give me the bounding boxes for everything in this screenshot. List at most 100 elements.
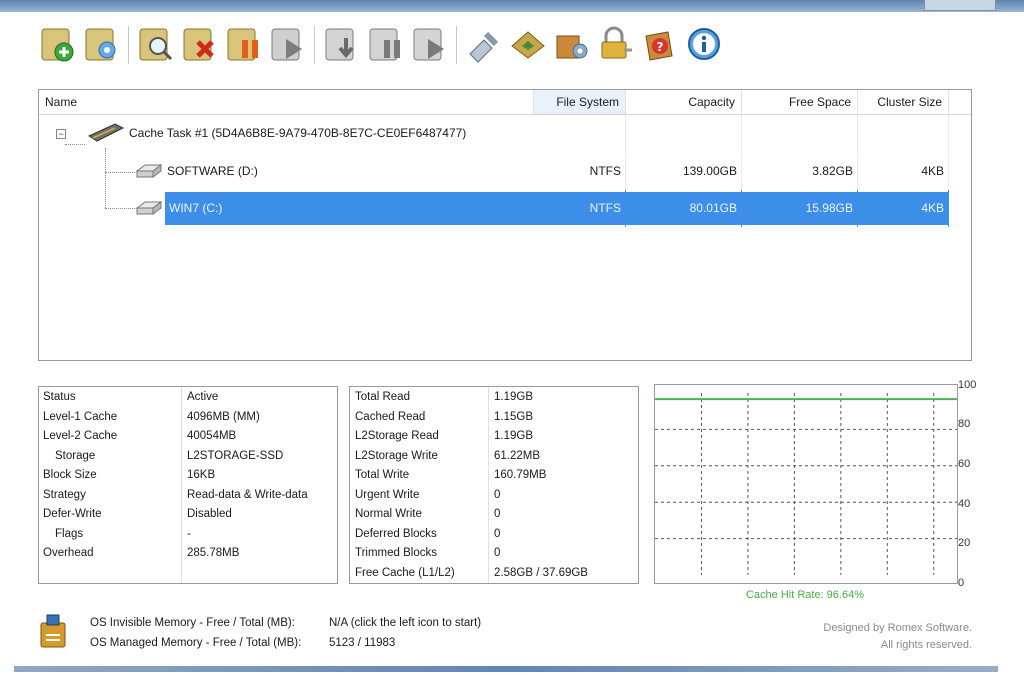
statistic-value: 0: [494, 547, 501, 559]
column-header-name[interactable]: Name: [39, 90, 534, 114]
y-tick-label: 80: [958, 418, 970, 430]
capacity-cell: 139.00GB: [626, 153, 742, 190]
statistic-value: 1.19GB: [494, 391, 533, 403]
memory-labels: OS Invisible Memory - Free / Total (MB):…: [90, 613, 301, 653]
y-tick-label: 60: [958, 458, 970, 470]
hit-rate-chart: [654, 384, 958, 584]
statistics-values: 1.19GB 1.15GB 1.19GB 61.22MB 160.79MB 0 …: [494, 388, 588, 583]
disk-drive-icon: [135, 164, 163, 178]
credit-line: All rights reserved.: [880, 639, 972, 651]
statistic-label: Total Write: [355, 469, 410, 481]
toolbar: ?: [38, 24, 938, 70]
package-icon[interactable]: [552, 24, 592, 64]
status-label: Status: [43, 391, 76, 403]
toolbar-separator: [128, 26, 129, 64]
credit-line: Designed by Romex Software.: [823, 622, 972, 634]
capacity-cell: 80.01GB: [626, 190, 742, 227]
y-tick-label: 20: [958, 537, 970, 549]
grid-cell: [534, 115, 626, 152]
resume-task-icon[interactable]: [268, 24, 308, 64]
grid-header: Name File System Capacity Free Space Clu…: [39, 90, 971, 115]
memory-tool-icon[interactable]: [38, 613, 68, 649]
view-task-icon[interactable]: [136, 24, 176, 64]
about-icon[interactable]: [684, 24, 724, 64]
resume-disk-icon[interactable]: [410, 24, 450, 64]
status-label: Overhead: [43, 547, 94, 559]
os-managed-memory-label: OS Managed Memory - Free / Total (MB):: [90, 637, 302, 649]
cache-status-panel: Status Level-1 Cache Level-2 Cache Stora…: [38, 386, 338, 584]
pause-task-icon[interactable]: [224, 24, 264, 64]
delete-task-icon[interactable]: [180, 24, 220, 64]
pause-disk-icon[interactable]: [366, 24, 406, 64]
statistic-label: Trimmed Blocks: [355, 547, 437, 559]
cache-statistics-panel: Total Read Cached Read L2Storage Read L2…: [349, 386, 639, 584]
status-label: Defer-Write: [43, 508, 102, 520]
toolbar-separator: [314, 26, 315, 64]
os-managed-memory-value: 5123 / 11983: [329, 637, 396, 649]
status-label: Strategy: [43, 488, 86, 501]
status-value: Read-data & Write-data: [187, 488, 308, 501]
status-values: Active 4096MB (MM) 40054MB L2STORAGE-SSD…: [187, 388, 308, 564]
status-label: Flags: [55, 527, 84, 540]
grid-cell: [626, 115, 742, 152]
add-task-icon[interactable]: [38, 24, 78, 64]
help-icon[interactable]: ?: [640, 24, 680, 64]
os-invisible-memory-value: N/A (click the left icon to start): [329, 617, 482, 629]
statistic-label: L2Storage Write: [355, 449, 438, 462]
column-header-cluster-size[interactable]: Cluster Size: [858, 90, 949, 114]
cluster-size-cell: 4KB: [858, 153, 949, 190]
table-row[interactable]: SOFTWARE (D:) NTFS 139.00GB 3.82GB 4KB: [39, 153, 971, 190]
cache-hit-rate-caption: Cache Hit Rate: 96.64%: [745, 589, 864, 601]
status-value: 40054MB: [187, 430, 237, 442]
tree-row-task[interactable]: − Cache Task #1 (5D4A6B8E-9A79-470B-8E7C…: [39, 115, 971, 152]
cluster-size-cell: 4KB: [858, 190, 949, 227]
license-icon[interactable]: [508, 24, 548, 64]
taskbar-strip: [14, 666, 998, 672]
statistic-label: L2Storage Read: [355, 430, 439, 442]
cache-task-icon: [87, 123, 125, 142]
credit-text: Designed by Romex Software. All rights r…: [823, 620, 972, 654]
table-row-selected[interactable]: WIN7 (C:) NTFS 80.01GB 15.98GB 4KB: [39, 190, 971, 227]
statistic-value: 0: [494, 527, 501, 540]
status-label: Block Size: [43, 469, 97, 481]
status-value: -: [187, 527, 191, 540]
column-divider: [181, 387, 182, 583]
status-value: L2STORAGE-SSD: [187, 449, 284, 462]
cache-task-grid: Name File System Capacity Free Space Clu…: [38, 89, 972, 361]
task-name: Cache Task #1 (5D4A6B8E-9A79-470B-8E7C-C…: [129, 126, 467, 140]
statistic-label: Cached Read: [355, 410, 426, 423]
free-space-cell: 15.98GB: [742, 190, 858, 227]
status-value: 16KB: [187, 469, 216, 481]
tools-icon[interactable]: [464, 24, 504, 64]
statistic-label: Free Cache (L1/L2): [355, 566, 455, 579]
lock-icon[interactable]: [596, 24, 636, 64]
status-labels: Status Level-1 Cache Level-2 Cache Stora…: [43, 388, 117, 564]
drive-name: SOFTWARE (D:): [167, 164, 258, 178]
hit-rate-plot: [655, 393, 957, 575]
statistic-label: Normal Write: [355, 508, 422, 520]
statistic-value: 0: [494, 508, 501, 520]
status-value: 285.78MB: [187, 547, 240, 559]
svg-text:?: ?: [657, 40, 664, 54]
column-header-capacity[interactable]: Capacity: [626, 90, 742, 114]
status-label: Level-1 Cache: [43, 410, 118, 423]
statistic-value: 1.15GB: [494, 410, 533, 423]
statistic-value: 2.58GB / 37.69GB: [494, 566, 588, 579]
collapse-toggle[interactable]: −: [56, 129, 66, 139]
column-divider: [488, 387, 489, 583]
statistic-value: 0: [494, 488, 501, 501]
window-controls[interactable]: [924, 0, 996, 11]
window-title-bar: [0, 0, 1024, 12]
column-header-file-system[interactable]: File System: [534, 90, 626, 114]
drive-name: WIN7 (C:): [169, 201, 223, 215]
flush-disk-icon[interactable]: [322, 24, 362, 64]
status-value: Disabled: [187, 508, 232, 520]
statistic-value: 61.22MB: [494, 449, 541, 462]
status-label: Storage: [55, 449, 96, 462]
configure-task-icon[interactable]: [82, 24, 122, 64]
y-tick-label: 0: [958, 577, 964, 589]
grid-cell: [858, 115, 949, 152]
statistic-label: Urgent Write: [355, 488, 420, 501]
toolbar-separator: [456, 26, 457, 64]
column-header-free-space[interactable]: Free Space: [742, 90, 858, 114]
